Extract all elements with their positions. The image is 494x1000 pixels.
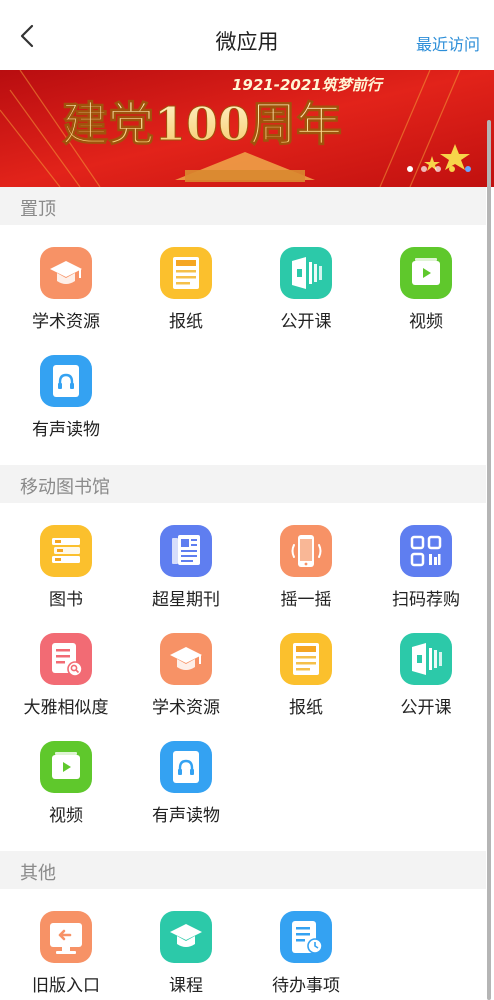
app-tile[interactable]: 公开课 — [246, 247, 366, 347]
app-label: 课程 — [169, 976, 203, 996]
app-tile[interactable]: 摇一摇 — [246, 525, 366, 625]
graduation-cap-icon — [40, 247, 92, 299]
app-tile[interactable]: 课程 — [126, 911, 246, 1000]
app-label: 学术资源 — [152, 698, 220, 718]
document-search-icon — [40, 633, 92, 685]
app-label: 扫码荐购 — [392, 590, 460, 610]
app-tile[interactable]: 图书 — [6, 525, 126, 625]
app-tile[interactable]: 报纸 — [126, 247, 246, 347]
banner-years-text: 1921-2021筑梦前行 — [232, 76, 385, 94]
section-header-0: 置顶 — [0, 187, 486, 225]
app-label: 公开课 — [280, 312, 332, 332]
headphones-book-icon — [40, 355, 92, 407]
app-label: 旧版入口 — [32, 976, 100, 996]
app-tile[interactable]: 学术资源 — [6, 247, 126, 347]
app-tile[interactable]: 视频 — [6, 741, 126, 841]
app-label: 摇一摇 — [280, 590, 332, 610]
newspaper-icon — [280, 633, 332, 685]
app-tile[interactable]: 旧版入口 — [6, 911, 126, 1000]
app-tile[interactable]: 大雅相似度 — [6, 633, 126, 733]
app-tile[interactable]: 报纸 — [246, 633, 366, 733]
recent-visits-link[interactable]: 最近访问 — [416, 31, 480, 55]
video-play-icon — [40, 741, 92, 793]
app-label: 有声读物 — [152, 806, 220, 826]
app-tile[interactable]: 超星期刊 — [126, 525, 246, 625]
video-play-icon — [400, 247, 452, 299]
section-title: 置顶 — [20, 199, 56, 220]
journal-icon — [160, 525, 212, 577]
app-tile[interactable]: 视频 — [366, 247, 486, 347]
party-anniversary-banner[interactable]: 1921-2021筑梦前行 建党100周年 — [0, 70, 494, 187]
old-version-entry-icon — [40, 911, 92, 963]
scrollbar[interactable] — [487, 120, 491, 1000]
graduation-cap-icon — [160, 633, 212, 685]
app-label: 公开课 — [400, 698, 452, 718]
app-tile[interactable]: 有声读物 — [126, 741, 246, 841]
todo-list-icon — [280, 911, 332, 963]
app-tile[interactable]: 学术资源 — [126, 633, 246, 733]
app-label: 图书 — [49, 590, 83, 610]
app-label: 学术资源 — [32, 312, 100, 332]
newspaper-icon — [160, 247, 212, 299]
course-cap-icon — [160, 911, 212, 963]
app-label: 待办事项 — [272, 976, 340, 996]
section-header-1: 移动图书馆 — [0, 465, 486, 503]
app-label: 视频 — [409, 312, 443, 332]
app-tile[interactable]: 公开课 — [366, 633, 486, 733]
section-title: 移动图书馆 — [20, 477, 110, 498]
app-label: 视频 — [49, 806, 83, 826]
app-label: 超星期刊 — [152, 590, 220, 610]
app-tile[interactable]: 扫码荐购 — [366, 525, 486, 625]
app-tile[interactable]: 有声读物 — [6, 355, 126, 455]
headphones-book-icon — [160, 741, 212, 793]
open-course-icon — [280, 247, 332, 299]
app-tile[interactable]: 待办事项 — [246, 911, 366, 1000]
open-course-icon — [400, 633, 452, 685]
app-label: 大雅相似度 — [23, 698, 109, 718]
qr-code-icon — [400, 525, 452, 577]
app-label: 报纸 — [169, 312, 203, 332]
books-stack-icon — [40, 525, 92, 577]
top-bar: 微应用 最近访问 — [0, 0, 494, 70]
app-label: 有声读物 — [32, 420, 100, 440]
app-label: 报纸 — [289, 698, 323, 718]
section-title: 其他 — [20, 863, 56, 884]
shake-phone-icon — [280, 525, 332, 577]
section-header-2: 其他 — [0, 851, 486, 889]
banner-main-text: 建党100周年 — [62, 97, 342, 151]
banner-image: 1921-2021筑梦前行 建党100周年 — [0, 70, 494, 187]
